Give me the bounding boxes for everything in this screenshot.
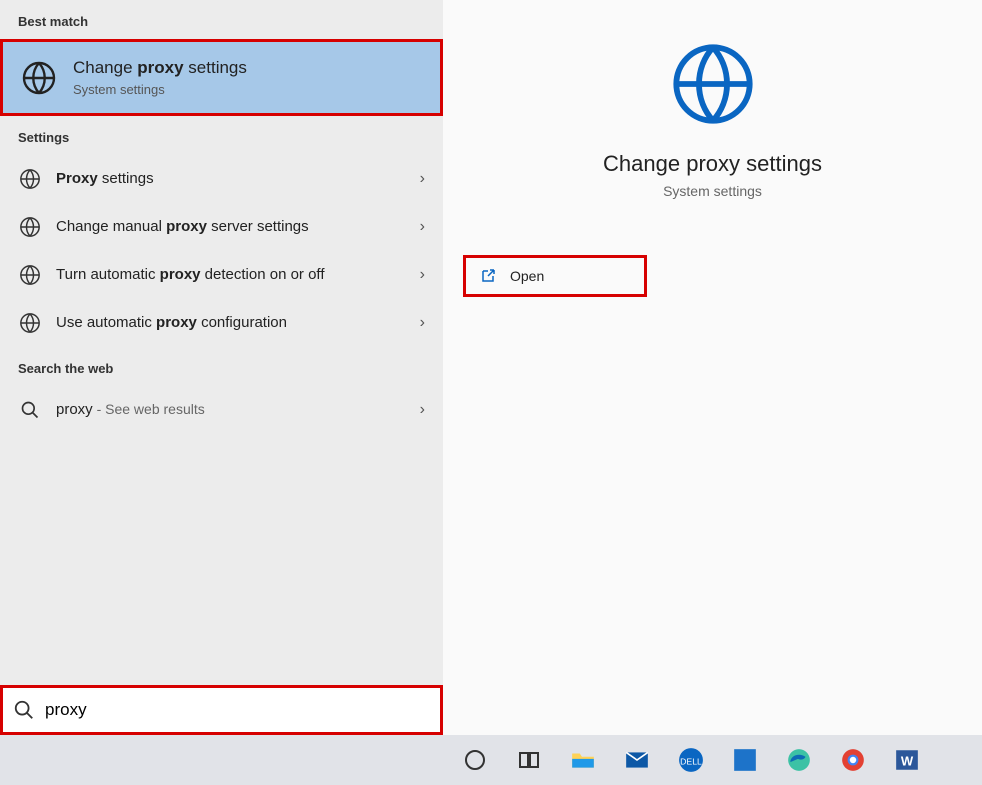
search-bar[interactable] [0,685,443,735]
chevron-right-icon: › [412,314,425,332]
task-view-icon[interactable] [514,745,544,775]
search-input[interactable] [45,700,430,720]
cortana-icon[interactable] [460,745,490,775]
best-match-header: Best match [0,0,443,39]
search-icon [13,699,35,721]
globe-icon-large [669,40,757,128]
taskbar: DELL W [0,735,982,785]
detail-panel: Change proxy settings System settings Op… [443,0,982,735]
best-match-text: Change proxy settings System settings [73,58,247,97]
detail-title: Change proxy settings [463,151,962,177]
chevron-right-icon: › [412,401,425,419]
web-result[interactable]: proxy - See web results › [0,386,443,434]
chevron-right-icon: › [412,170,425,188]
search-icon [18,398,42,422]
settings-result-proxy-settings[interactable]: Proxy settings › [0,155,443,203]
settings-result-auto-detect[interactable]: Turn automatic proxy detection on or off… [0,251,443,299]
settings-result-manual-proxy[interactable]: Change manual proxy server settings › [0,203,443,251]
best-match-result[interactable]: Change proxy settings System settings [0,39,443,116]
globe-icon [18,215,42,239]
detail-subtitle: System settings [463,183,962,199]
edge-icon[interactable] [784,745,814,775]
chevron-right-icon: › [412,266,425,284]
settings-result-auto-config[interactable]: Use automatic proxy configuration › [0,299,443,347]
search-results-panel: Best match Change proxy settings System … [0,0,443,735]
globe-icon [21,60,57,96]
open-button[interactable]: Open [463,255,647,297]
open-icon [480,268,496,284]
chrome-icon[interactable] [838,745,868,775]
word-icon[interactable]: W [892,745,922,775]
app-icon[interactable] [730,745,760,775]
dell-icon[interactable]: DELL [676,745,706,775]
web-header: Search the web [0,347,443,386]
file-explorer-icon[interactable] [568,745,598,775]
globe-icon [18,167,42,191]
chevron-right-icon: › [412,218,425,236]
globe-icon [18,311,42,335]
svg-text:W: W [901,753,914,768]
settings-header: Settings [0,116,443,155]
globe-icon [18,263,42,287]
mail-icon[interactable] [622,745,652,775]
svg-text:DELL: DELL [680,756,702,766]
